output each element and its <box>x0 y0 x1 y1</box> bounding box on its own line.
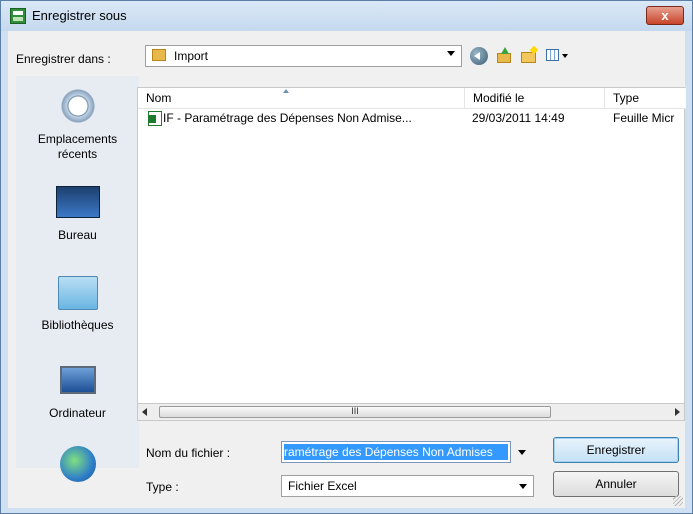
places-bar: Emplacements récents Bureau Bibliothèque… <box>16 76 139 482</box>
sort-ascending-icon <box>283 89 289 93</box>
folder-icon <box>152 49 166 61</box>
network-icon <box>59 446 96 482</box>
column-label: Type <box>613 91 640 105</box>
scroll-left-icon[interactable] <box>142 408 147 416</box>
type-label: Type : <box>146 480 179 494</box>
type-value: Fichier Excel <box>288 479 357 493</box>
file-name: IF - Paramétrage des Dépenses Non Admise… <box>163 111 412 125</box>
chevron-down-icon <box>519 484 527 489</box>
column-label: Nom <box>146 91 172 105</box>
column-header-type[interactable]: Type <box>605 88 686 108</box>
file-row[interactable]: IF - Paramétrage des Dépenses Non Admise… <box>138 110 686 128</box>
place-label: Ordinateur <box>49 406 106 420</box>
place-label: Bureau <box>58 228 97 242</box>
computer-icon <box>59 366 96 394</box>
filename-label: Nom du fichier : <box>146 446 231 460</box>
location-value: Import <box>174 49 209 63</box>
desktop-icon <box>55 186 100 218</box>
scroll-thumb[interactable]: III <box>159 406 551 418</box>
title-bar: Enregistrer sous x <box>1 1 692 31</box>
chevron-down-icon <box>447 51 455 56</box>
up-folder-icon[interactable] <box>495 47 513 65</box>
dialog-body: Enregistrer dans : Import Emplacements r… <box>8 31 686 508</box>
recent-places-icon <box>57 88 98 128</box>
save-button[interactable]: Enregistrer <box>553 437 679 463</box>
horizontal-scrollbar[interactable]: III <box>137 403 685 421</box>
place-label: Emplacements récents <box>37 132 118 161</box>
close-button[interactable]: x <box>646 6 684 25</box>
filename-field[interactable]: ramétrage des Dépenses Non Admises <box>281 441 511 463</box>
views-menu-icon[interactable] <box>545 47 571 65</box>
scroll-right-icon[interactable] <box>675 408 680 416</box>
place-network[interactable] <box>16 446 139 482</box>
file-modified: 29/03/2011 14:49 <box>472 111 565 125</box>
close-icon: x <box>661 8 669 23</box>
window-title: Enregistrer sous <box>32 8 127 23</box>
place-desktop[interactable]: Bureau <box>16 186 139 243</box>
excel-app-icon <box>10 8 26 24</box>
place-computer[interactable]: Ordinateur <box>16 366 139 421</box>
location-dropdown[interactable]: Import <box>145 45 462 67</box>
resize-grip-icon[interactable] <box>673 496 683 506</box>
save-in-label: Enregistrer dans : <box>16 52 111 66</box>
grip-glyph: III <box>351 406 359 416</box>
new-folder-icon[interactable] <box>520 47 538 65</box>
file-type: Feuille Micr <box>613 111 675 125</box>
filename-selected-text: ramétrage des Dépenses Non Admises <box>284 444 508 460</box>
chevron-down-icon[interactable] <box>518 450 526 455</box>
libraries-icon <box>57 276 98 310</box>
excel-file-icon <box>148 111 162 126</box>
save-as-dialog: Enregistrer sous x Enregistrer dans : Im… <box>0 0 693 514</box>
place-label: Bibliothèques <box>41 318 114 332</box>
place-recent[interactable]: Emplacements récents <box>16 88 139 162</box>
column-label: Modifié le <box>473 91 525 105</box>
place-libraries[interactable]: Bibliothèques <box>16 276 139 333</box>
file-list[interactable]: Nom Modifié le Type IF - Paramétrage des… <box>137 87 686 409</box>
file-list-header: Nom Modifié le Type <box>138 88 686 109</box>
type-dropdown[interactable]: Fichier Excel <box>281 475 534 497</box>
back-icon[interactable] <box>470 47 488 65</box>
column-header-name[interactable]: Nom <box>138 88 465 108</box>
cancel-button[interactable]: Annuler <box>553 471 679 497</box>
column-header-modified[interactable]: Modifié le <box>465 88 605 108</box>
